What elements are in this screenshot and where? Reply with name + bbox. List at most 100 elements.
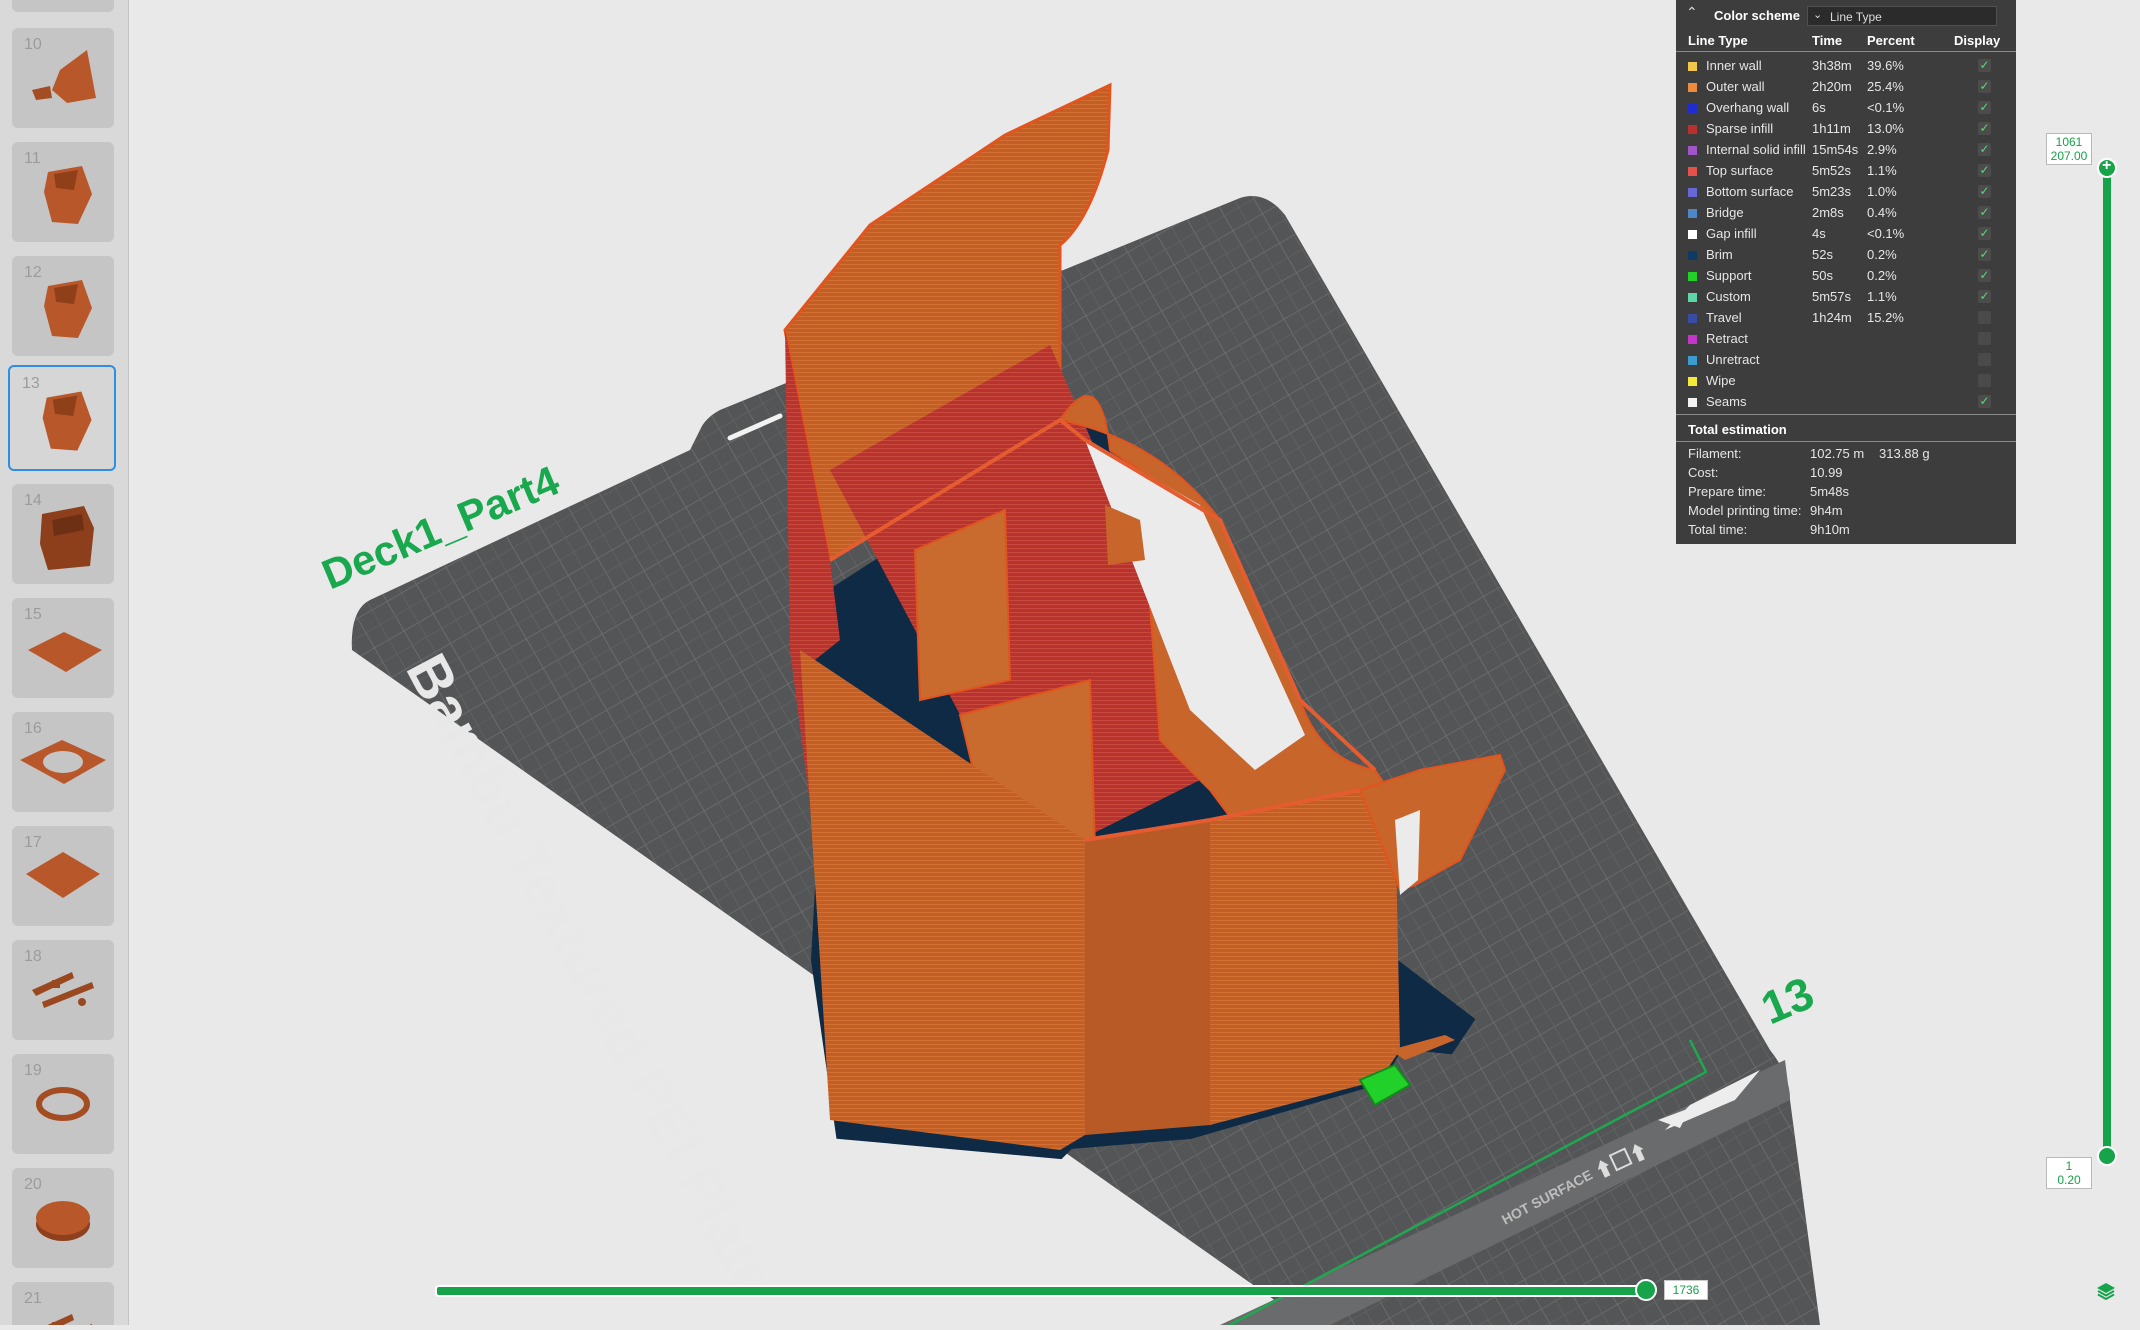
- display-checkbox[interactable]: ✓: [1978, 143, 1991, 156]
- plate-thumbnail[interactable]: 17: [12, 826, 114, 926]
- line-type-percent: <0.1%: [1867, 100, 1905, 115]
- display-checkbox[interactable]: ✓: [1978, 332, 1991, 345]
- plate-number: 15: [24, 606, 42, 623]
- line-type-swatch: [1688, 104, 1697, 113]
- legend-row[interactable]: Custom 5m57s 1.1% ✓: [1676, 287, 2016, 308]
- display-checkbox[interactable]: ✓: [1978, 353, 1991, 366]
- legend-row[interactable]: Internal solid infill 15m54s 2.9% ✓: [1676, 140, 2016, 161]
- line-type-swatch: [1688, 293, 1697, 302]
- estimation-row: Model printing time: 9h4m: [1676, 503, 2016, 522]
- display-checkbox[interactable]: ✓: [1978, 269, 1991, 282]
- plate-number: 20: [24, 1176, 42, 1193]
- plate-thumbnail[interactable]: 18: [12, 940, 114, 1040]
- plate-thumbnail[interactable]: 11: [12, 142, 114, 242]
- plate-thumbnail[interactable]: 14: [12, 484, 114, 584]
- layer-slider-top-handle[interactable]: [2097, 157, 2117, 178]
- line-type-percent: 39.6%: [1867, 58, 1904, 73]
- display-checkbox[interactable]: ✓: [1978, 395, 1991, 408]
- legend-row[interactable]: Brim 52s 0.2% ✓: [1676, 245, 2016, 266]
- legend-row[interactable]: Gap infill 4s <0.1% ✓: [1676, 224, 2016, 245]
- line-type-swatch: [1688, 62, 1697, 71]
- line-type-name: Internal solid infill: [1706, 142, 1806, 157]
- plate-thumbnail[interactable]: 19: [12, 1054, 114, 1154]
- line-type-percent: 1.1%: [1867, 163, 1897, 178]
- col-percent: Percent: [1867, 33, 1915, 48]
- line-type-time: 1h11m: [1812, 121, 1851, 136]
- color-scheme-label: Color scheme: [1714, 8, 1800, 23]
- top-layer-number: 1061: [2055, 135, 2083, 149]
- legend-row[interactable]: Retract ✓: [1676, 329, 2016, 350]
- plate-thumbnail[interactable]: 20: [12, 1168, 114, 1268]
- layer-slider-bottom-handle[interactable]: [2097, 1146, 2117, 1166]
- display-checkbox[interactable]: ✓: [1978, 122, 1991, 135]
- legend-row[interactable]: Wipe ✓: [1676, 371, 2016, 392]
- display-checkbox[interactable]: ✓: [1978, 248, 1991, 261]
- bottom-layer-readout: 1 0.20: [2046, 1157, 2092, 1189]
- line-type-name: Support: [1706, 268, 1752, 283]
- line-type-time: 2h20m: [1812, 79, 1852, 94]
- line-type-swatch: [1688, 314, 1697, 323]
- line-type-swatch: [1688, 272, 1697, 281]
- layers-icon[interactable]: [2095, 1280, 2117, 1302]
- display-checkbox[interactable]: ✓: [1978, 290, 1991, 303]
- line-type-time: 15m54s: [1812, 142, 1859, 157]
- legend-divider: [1676, 414, 2016, 415]
- line-type-swatch: [1688, 356, 1697, 365]
- plate-number: 17: [24, 834, 42, 851]
- display-checkbox[interactable]: ✓: [1978, 227, 1991, 240]
- line-type-time: 52s: [1812, 247, 1833, 262]
- move-slider-track[interactable]: [435, 1285, 1651, 1297]
- plate-thumbnail[interactable]: 21: [12, 1282, 114, 1325]
- display-checkbox[interactable]: ✓: [1978, 80, 1991, 93]
- line-type-percent: 13.0%: [1867, 121, 1904, 136]
- line-type-percent: 25.4%: [1867, 79, 1904, 94]
- display-checkbox[interactable]: ✓: [1978, 59, 1991, 72]
- legend-row[interactable]: Sparse infill 1h11m 13.0% ✓: [1676, 119, 2016, 140]
- legend-row[interactable]: Bottom surface 5m23s 1.0% ✓: [1676, 182, 2016, 203]
- line-type-swatch: [1688, 230, 1697, 239]
- plate-thumbnail[interactable]: 10: [12, 28, 114, 128]
- plate-number: 21: [24, 1290, 42, 1307]
- plate-thumbnail[interactable]: 15: [12, 598, 114, 698]
- line-type-swatch: [1688, 188, 1697, 197]
- legend-row[interactable]: Top surface 5m52s 1.1% ✓: [1676, 161, 2016, 182]
- line-type-name: Seams: [1706, 394, 1747, 409]
- plate-number-label: 13: [1754, 966, 1821, 1034]
- line-type-swatch: [1688, 377, 1697, 386]
- display-checkbox[interactable]: ✓: [1978, 101, 1991, 114]
- legend-row[interactable]: Travel 1h24m 15.2% ✓: [1676, 308, 2016, 329]
- col-line-type: Line Type: [1688, 33, 1748, 48]
- estimation-key: Prepare time:: [1688, 484, 1767, 499]
- layer-slider-track[interactable]: [2103, 168, 2111, 1156]
- estimation-value-secondary: 313.88 g: [1879, 446, 1930, 461]
- legend-row[interactable]: Support 50s 0.2% ✓: [1676, 266, 2016, 287]
- line-type-name: Inner wall: [1706, 58, 1762, 73]
- line-type-swatch: [1688, 251, 1697, 260]
- display-checkbox[interactable]: ✓: [1978, 311, 1991, 324]
- legend-row[interactable]: Unretract ✓: [1676, 350, 2016, 371]
- plate-thumbnail[interactable]: 16: [12, 712, 114, 812]
- plate-thumbnail[interactable]: 13: [8, 365, 116, 471]
- plate-number: 10: [24, 36, 42, 53]
- display-checkbox[interactable]: ✓: [1978, 185, 1991, 198]
- plate-thumbnail[interactable]: 12: [12, 256, 114, 356]
- line-type-name: Outer wall: [1706, 79, 1765, 94]
- plate-thumbnail[interactable]: [12, 0, 114, 12]
- display-checkbox[interactable]: ✓: [1978, 164, 1991, 177]
- line-type-percent: 2.9%: [1867, 142, 1897, 157]
- collapse-chevron-icon[interactable]: ⌃: [1686, 4, 1698, 21]
- display-checkbox[interactable]: ✓: [1978, 206, 1991, 219]
- legend-row[interactable]: Seams ✓: [1676, 392, 2016, 413]
- line-type-name: Retract: [1706, 331, 1748, 346]
- legend-row[interactable]: Outer wall 2h20m 25.4% ✓: [1676, 77, 2016, 98]
- estimation-key: Filament:: [1688, 446, 1742, 461]
- legend-row[interactable]: Bridge 2m8s 0.4% ✓: [1676, 203, 2016, 224]
- line-type-percent: 1.0%: [1867, 184, 1897, 199]
- color-scheme-select[interactable]: ⌄ Line Type: [1807, 6, 1997, 26]
- display-checkbox[interactable]: ✓: [1978, 374, 1991, 387]
- estimation-key: Model printing time:: [1688, 503, 1802, 518]
- legend-row[interactable]: Overhang wall 6s <0.1% ✓: [1676, 98, 2016, 119]
- line-type-swatch: [1688, 398, 1697, 407]
- legend-row[interactable]: Inner wall 3h38m 39.6% ✓: [1676, 56, 2016, 77]
- move-slider-handle[interactable]: [1635, 1279, 1657, 1301]
